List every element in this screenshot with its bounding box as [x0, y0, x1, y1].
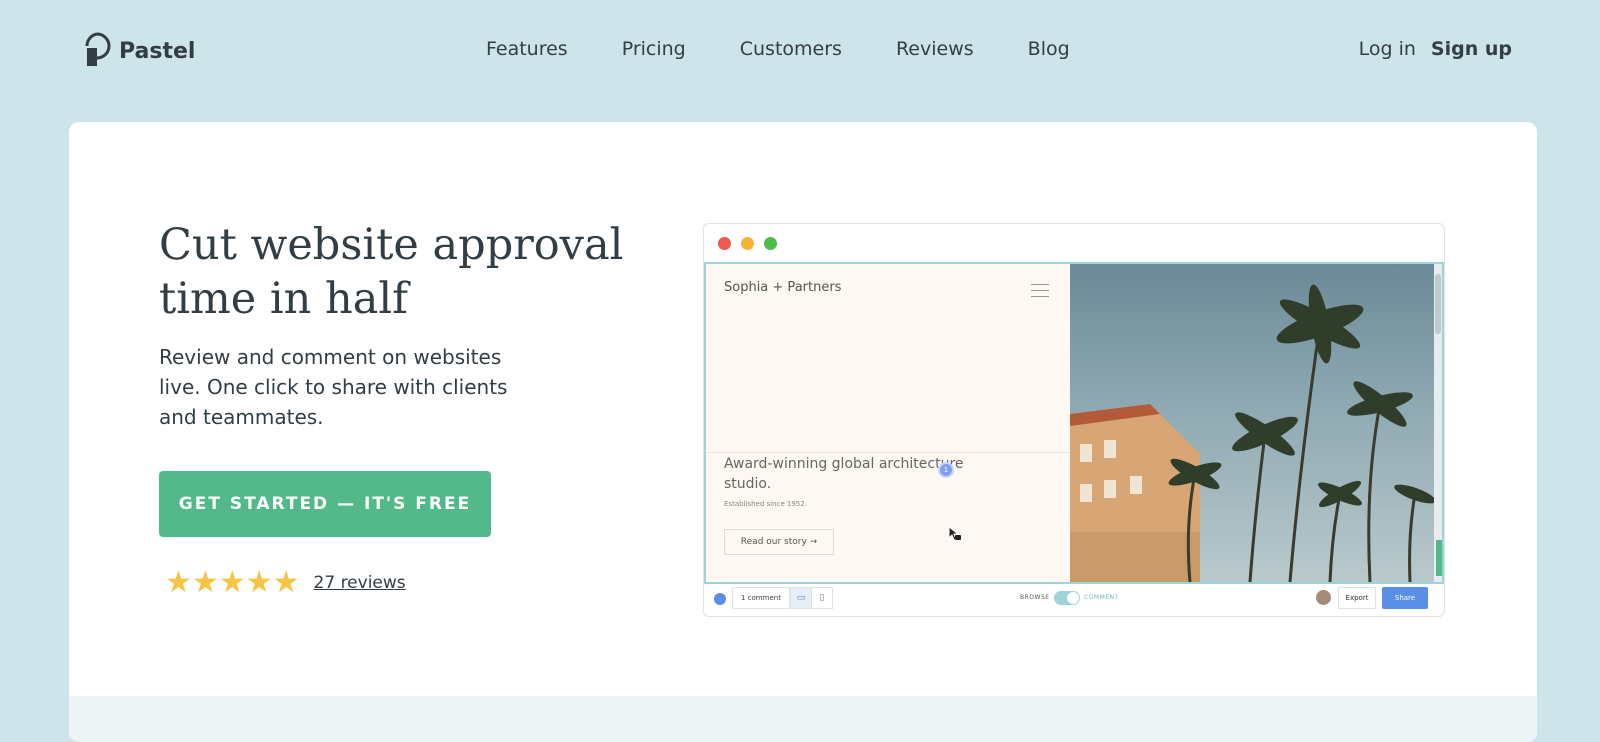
rating-summary: ★ ★ ★ ★ ★ 27 reviews: [165, 568, 406, 598]
star-icon: ★: [218, 565, 246, 600]
top-navigation: Pastel Features Pricing Customers Review…: [0, 0, 1600, 100]
comments-count-button: 1 comment: [732, 587, 790, 609]
hamburger-menu-icon: [1031, 284, 1049, 302]
login-link[interactable]: Log in: [1359, 38, 1416, 60]
brand-name: Pastel: [119, 38, 196, 64]
star-icon: ★: [165, 565, 192, 600]
read-story-button: Read our story →: [724, 529, 834, 555]
hero-headline: Cut website approval time in half: [159, 220, 624, 324]
star-rating: ★ ★ ★ ★ ★: [165, 568, 300, 598]
comment-cursor-icon: [948, 525, 962, 546]
comment-pin-icon: 1: [938, 462, 954, 478]
star-icon: ★: [191, 565, 219, 600]
signup-link[interactable]: Sign up: [1431, 38, 1512, 60]
reviews-link[interactable]: 27 reviews: [314, 573, 406, 593]
mobile-view-icon: ▯: [811, 587, 833, 609]
desktop-view-icon: ▭: [790, 587, 812, 609]
hero-subtext: Review and comment on websites live. One…: [159, 345, 508, 429]
get-started-button[interactable]: GET STARTED — IT'S FREE: [159, 471, 491, 537]
product-preview-window: Sophia + Partners Award-winning global a…: [703, 223, 1445, 617]
minimize-dot-icon: [741, 237, 754, 250]
divider: [706, 452, 1070, 453]
preview-tagline: Award-winning global architecture studio…: [724, 456, 964, 492]
mode-toggle: [1054, 591, 1080, 605]
pastel-logo-icon: [85, 32, 113, 68]
preview-site-panel: Sophia + Partners Award-winning global a…: [706, 264, 1070, 582]
nav-reviews[interactable]: Reviews: [896, 38, 974, 60]
preview-viewport: Sophia + Partners Award-winning global a…: [704, 262, 1444, 584]
auth-links: Log in Sign up: [1359, 38, 1512, 60]
star-icon: ★: [272, 565, 300, 600]
nav-features[interactable]: Features: [486, 38, 568, 60]
palm-trees-photo: [1070, 264, 1442, 582]
star-icon: ★: [245, 565, 273, 600]
preview-scroll-indicator: [1436, 540, 1442, 576]
share-button: Share: [1382, 587, 1428, 609]
nav-blog[interactable]: Blog: [1028, 38, 1070, 60]
brand-logo[interactable]: Pastel: [85, 32, 195, 68]
close-dot-icon: [718, 237, 731, 250]
browse-mode-label: BROWSE: [1020, 594, 1050, 601]
preview-established: Established since 1952.: [724, 500, 807, 508]
nav-customers[interactable]: Customers: [740, 38, 842, 60]
hero-card: Cut website approval time in half Review…: [69, 122, 1537, 742]
maximize-dot-icon: [764, 237, 777, 250]
preview-scroll-thumb: [1435, 274, 1441, 334]
preview-site-name: Sophia + Partners: [724, 280, 842, 295]
window-titlebar: [704, 224, 1444, 262]
next-section-strip: [69, 696, 1537, 742]
export-button: Export: [1338, 587, 1376, 609]
comment-mode-label: COMMENT: [1084, 594, 1119, 601]
avatar: [1316, 590, 1331, 605]
nav-pricing[interactable]: Pricing: [622, 38, 686, 60]
preview-toolbar: 1 comment ▭ ▯ BROWSE COMMENT Export Shar…: [704, 582, 1444, 616]
pastel-mini-logo-icon: [714, 593, 726, 605]
main-menu: Features Pricing Customers Reviews Blog: [486, 38, 1124, 60]
